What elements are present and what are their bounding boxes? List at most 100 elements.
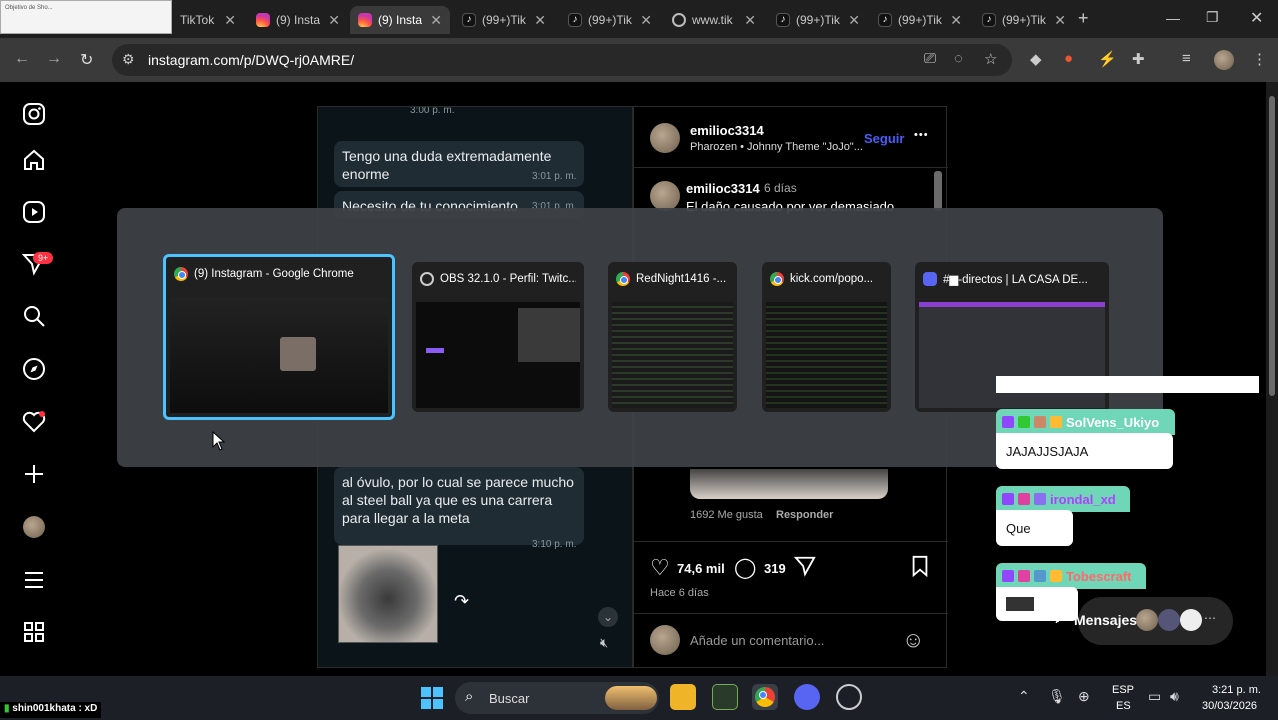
author-username[interactable]: emilioc3314: [690, 123, 764, 138]
badge-icon: [1034, 493, 1046, 505]
switcher-window-kick[interactable]: kick.com/popo...: [762, 262, 891, 412]
page-scrollbar[interactable]: [1266, 82, 1278, 676]
comment-image[interactable]: [690, 469, 888, 499]
comment-input[interactable]: Añade un comentario...: [690, 633, 824, 648]
close-icon[interactable]: ✕: [224, 12, 236, 29]
forward-arrow-icon[interactable]: ↷: [454, 591, 469, 612]
scroll-down-icon[interactable]: ⌄: [598, 607, 618, 627]
tab-tiktok-4[interactable]: ♪ (99+)Tik ✕: [768, 6, 868, 34]
start-button[interactable]: [420, 686, 444, 715]
browser-toolbar: ← → ↻ ⚙ instagram.com/p/DWQ-rj0AMRE/ ⎚ ◌…: [0, 38, 1278, 82]
tab-tiktok-6[interactable]: ♪ (99+)Tik ✕: [974, 6, 1074, 34]
tab-web[interactable]: www.tik ✕: [664, 6, 764, 34]
tiktok-icon: ♪: [462, 13, 476, 27]
close-window-button[interactable]: ✕: [1250, 8, 1263, 28]
messages-panel[interactable]: ✈ Mensajes ⋯: [1052, 597, 1233, 645]
home-icon[interactable]: [21, 148, 47, 174]
volume-icon[interactable]: 🔊︎: [1170, 688, 1179, 705]
clock-date[interactable]: 30/03/2026: [1202, 700, 1257, 712]
microphone-icon[interactable]: 🎙︎: [1048, 688, 1066, 705]
display-icon[interactable]: ▭: [1148, 688, 1161, 705]
switcher-window-rednight[interactable]: RedNight1416 -...: [608, 262, 737, 412]
create-icon[interactable]: [21, 462, 47, 488]
file-explorer-icon[interactable]: [670, 684, 696, 710]
app-icon[interactable]: [712, 684, 738, 710]
install-app-icon[interactable]: ⎚: [924, 50, 936, 67]
close-icon[interactable]: ✕: [744, 12, 756, 29]
reply-button[interactable]: Responder: [776, 509, 833, 521]
switcher-window-instagram[interactable]: (9) Instagram - Google Chrome: [163, 254, 395, 420]
site-settings-icon[interactable]: ⚙: [122, 51, 135, 68]
chrome-icon: [616, 272, 630, 286]
language-indicator[interactable]: ESP: [1112, 684, 1134, 696]
minimize-button[interactable]: —: [1166, 10, 1180, 26]
chevron-up-icon[interactable]: ⌃: [1018, 688, 1030, 705]
instagram-logo-icon[interactable]: [21, 102, 47, 128]
stream-chat-text: shin001khata : xD: [12, 703, 98, 714]
author-avatar[interactable]: [650, 123, 680, 153]
tab-tiktok-5[interactable]: ♪ (99+)Tik ✕: [870, 6, 970, 34]
emoji-icon[interactable]: ☺: [902, 627, 924, 653]
tab-instagram-active[interactable]: (9) Insta ✕: [350, 6, 450, 34]
comments-count: 319: [764, 561, 786, 576]
share-icon[interactable]: [793, 555, 816, 582]
extension-icon[interactable]: ◆: [1030, 50, 1042, 68]
tab-label: (99+)Tik: [482, 13, 526, 27]
chrome-taskbar-button[interactable]: [752, 684, 778, 710]
mute-icon[interactable]: 🔇︎: [600, 635, 608, 651]
tab-instagram-1[interactable]: (9) Insta ✕: [248, 6, 348, 34]
extension-red-icon[interactable]: ●: [1064, 50, 1073, 67]
save-bookmark-icon[interactable]: [910, 555, 930, 582]
switcher-window-obs[interactable]: OBS 32.1.0 - Perfil: Twitc...: [412, 262, 584, 412]
extension-translate-icon[interactable]: ⚡: [1098, 50, 1117, 68]
profile-avatar[interactable]: [1214, 50, 1234, 70]
close-icon[interactable]: ✕: [328, 12, 340, 29]
caption-avatar[interactable]: [650, 181, 680, 211]
search-icon[interactable]: [21, 304, 47, 330]
caption-age: 6 días: [764, 181, 797, 195]
new-tab-button[interactable]: +: [1078, 8, 1089, 29]
tab-tiktok-2[interactable]: ♪ (99+)Tik ✕: [454, 6, 554, 34]
follow-button[interactable]: Seguir: [864, 131, 904, 146]
scrollbar-thumb[interactable]: [1269, 96, 1275, 396]
discord-taskbar-icon[interactable]: [794, 684, 820, 710]
profile-avatar[interactable]: [23, 516, 45, 538]
heart-icon[interactable]: [21, 410, 47, 436]
address-bar[interactable]: ⚙ instagram.com/p/DWQ-rj0AMRE/: [112, 44, 1012, 76]
search-label: Buscar: [489, 690, 530, 706]
reels-icon[interactable]: [21, 200, 47, 226]
apps-icon[interactable]: [21, 620, 47, 646]
tab-tiktok-3[interactable]: ♪ (99+)Tik ✕: [560, 6, 660, 34]
dog-photo-thumbnail[interactable]: [338, 545, 438, 643]
comment-bubble-icon[interactable]: ◯: [734, 555, 756, 580]
caption-author[interactable]: emilioc3314: [686, 181, 760, 196]
taskbar-search[interactable]: ⌕ Buscar: [455, 682, 659, 714]
tab-tiktok-1[interactable]: TikTok ✕: [172, 6, 244, 34]
close-icon[interactable]: ✕: [1054, 12, 1066, 29]
explore-icon[interactable]: [21, 357, 47, 383]
obs-taskbar-icon[interactable]: [836, 684, 862, 710]
media-control-icon[interactable]: ≡: [1182, 50, 1191, 67]
close-icon[interactable]: ✕: [640, 12, 652, 29]
more-menu-icon[interactable]: [21, 568, 47, 594]
tab-label: (9) Insta: [378, 13, 423, 27]
clock-time[interactable]: 3:21 p. m.: [1212, 684, 1261, 696]
comments-scrollbar[interactable]: [934, 171, 942, 211]
close-icon[interactable]: ✕: [848, 12, 860, 29]
forward-button[interactable]: →: [46, 50, 62, 68]
close-icon[interactable]: ✕: [534, 12, 546, 29]
menu-icon[interactable]: ⋮: [1252, 50, 1267, 68]
network-icon[interactable]: ⊕: [1078, 688, 1090, 705]
more-options-icon[interactable]: •••: [914, 129, 929, 141]
keyboard-layout[interactable]: ES: [1116, 700, 1131, 712]
reload-button[interactable]: ↻: [80, 50, 93, 70]
back-button[interactable]: ←: [14, 50, 30, 68]
close-icon[interactable]: ✕: [430, 12, 442, 29]
audio-subtitle[interactable]: Pharozen • Johnny Theme "JoJo"...: [690, 141, 862, 153]
eye-off-icon[interactable]: ◌: [954, 50, 963, 67]
extensions-puzzle-icon[interactable]: ✚: [1132, 50, 1145, 68]
bookmark-star-icon[interactable]: ☆: [984, 50, 997, 68]
like-heart-icon[interactable]: ♡: [650, 555, 670, 581]
close-icon[interactable]: ✕: [950, 12, 962, 29]
restore-button[interactable]: ❐: [1206, 9, 1219, 26]
